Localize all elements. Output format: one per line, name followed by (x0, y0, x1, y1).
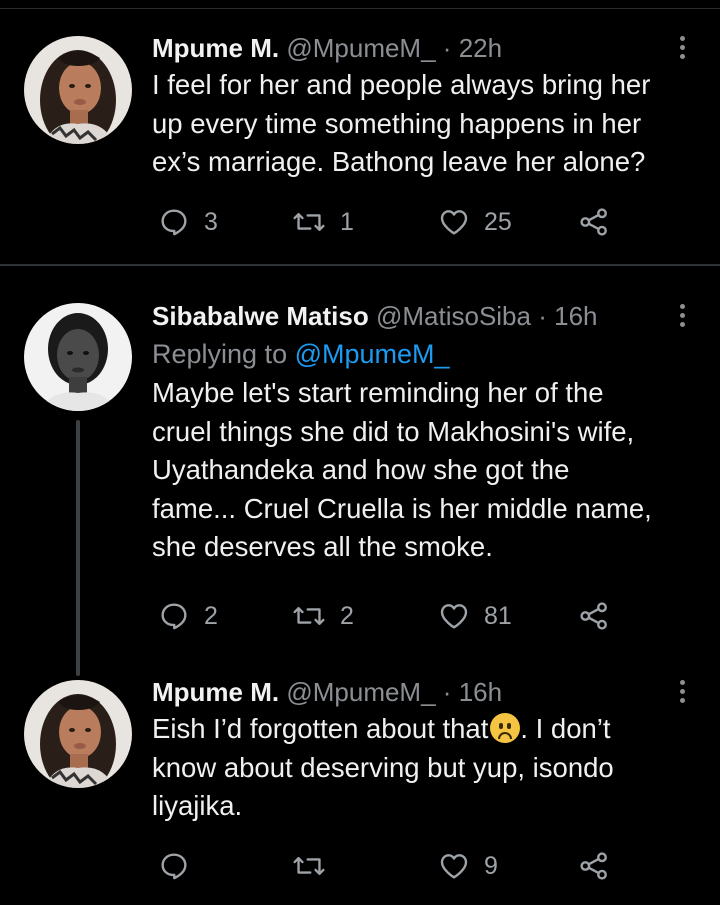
retweet-count: 2 (340, 601, 354, 630)
share-button[interactable] (578, 202, 610, 242)
reply-icon (161, 209, 187, 236)
user-handle[interactable]: @MpumeM_ (286, 677, 435, 707)
tweet-text-fragment: . I don’t (520, 713, 611, 744)
retweet-button[interactable] (292, 846, 340, 886)
share-button[interactable] (578, 596, 610, 636)
reply-count: 2 (204, 601, 218, 630)
like-count: 25 (484, 207, 512, 236)
retweet-button[interactable]: 1 (292, 202, 354, 242)
tweet-divider (0, 264, 720, 266)
avatar[interactable] (24, 303, 132, 411)
tweet-header: Sibabalwe Matiso @MatisoSiba · 16h (152, 300, 692, 332)
retweet-icon (293, 856, 325, 876)
share-icon (580, 602, 607, 630)
like-count: 81 (484, 601, 512, 630)
heart-icon (440, 604, 468, 629)
retweet-count: 1 (340, 207, 354, 236)
tweet-text-line: liyajika. (152, 790, 243, 821)
heart-icon (440, 210, 468, 235)
tweet-text-line: cruel things she did to Makhosini's wife… (152, 415, 635, 447)
reply-button[interactable]: 2 (158, 596, 218, 636)
more-options-icon[interactable] (678, 304, 686, 327)
reply-count: 3 (204, 207, 218, 236)
tweet-actions: 9 (152, 846, 622, 886)
reply-button[interactable] (158, 846, 204, 886)
tweet-text-line: Maybe let's start reminding her of the (152, 377, 604, 408)
tweet-text-fragment: Eish I’d forgotten about that (152, 713, 489, 744)
avatar[interactable] (24, 36, 132, 144)
replying-label: Replying to (152, 339, 288, 369)
like-button[interactable]: 81 (438, 596, 512, 636)
heart-icon (440, 854, 468, 879)
retweet-icon (293, 606, 325, 626)
tweet-header: Mpume M. @MpumeM_ · 22h (152, 32, 692, 64)
display-name[interactable]: Sibabalwe Matiso (152, 301, 369, 331)
avatar[interactable] (24, 680, 132, 788)
separator-dot: · (538, 301, 547, 331)
like-count: 9 (484, 851, 498, 880)
tweet-text-line: up every time something happens in her (152, 107, 642, 139)
tweet-text: I feel for her and people always bring h… (152, 66, 692, 182)
more-options-icon[interactable] (678, 680, 686, 703)
tweet-text-line: fame... Cruel Cruella is her middle name… (152, 492, 652, 524)
reply-icon (161, 603, 187, 630)
separator-dot: · (442, 677, 452, 707)
like-button[interactable]: 25 (438, 202, 512, 242)
tweet-text-line: Uyathandeka and how she got the (152, 454, 570, 485)
timestamp[interactable]: 16h (459, 677, 502, 707)
retweet-button[interactable]: 2 (292, 596, 354, 636)
display-name[interactable]: Mpume M. (152, 677, 279, 707)
reply-icon (161, 853, 187, 880)
share-icon (580, 852, 607, 880)
tweet-header: Mpume M. @MpumeM_ · 16h (152, 676, 692, 708)
retweet-icon (293, 212, 325, 232)
share-button[interactable] (578, 846, 610, 886)
tweet-text-line: she deserves all the smoke. (152, 531, 493, 562)
mention-link[interactable]: @MpumeM_ (295, 339, 450, 369)
thread-line (76, 420, 80, 676)
tweet-text-line: ex’s marriage. Bathong leave her alone? (152, 146, 646, 177)
tweet-actions: 3 1 25 (152, 202, 622, 242)
user-handle[interactable]: @MpumeM_ (286, 33, 435, 63)
timestamp[interactable]: 22h (459, 33, 502, 63)
tweet-text-line: know about deserving but yup, isondo (152, 751, 614, 783)
share-icon (580, 208, 607, 236)
tweet-text-line: I feel for her and people always bring h… (152, 69, 651, 100)
tweet-actions: 2 2 81 (152, 596, 622, 636)
tweet-text-line: Eish I’d forgotten about that . I don’t (152, 710, 692, 749)
like-button[interactable]: 9 (438, 846, 498, 886)
user-handle[interactable]: @MatisoSiba (376, 301, 531, 331)
frowning-face-emoji-icon (490, 713, 521, 743)
tweet-text: Eish I’d forgotten about that . I don’t k… (152, 710, 692, 826)
tweet-text: Maybe let's start reminding her of the c… (152, 374, 692, 567)
display-name[interactable]: Mpume M. (152, 33, 279, 63)
top-divider (0, 8, 720, 9)
reply-button[interactable]: 3 (158, 202, 218, 242)
separator-dot: · (442, 33, 452, 63)
timestamp[interactable]: 16h (554, 301, 597, 331)
replying-to: Replying to @MpumeM_ (152, 336, 692, 372)
more-options-icon[interactable] (678, 36, 686, 59)
